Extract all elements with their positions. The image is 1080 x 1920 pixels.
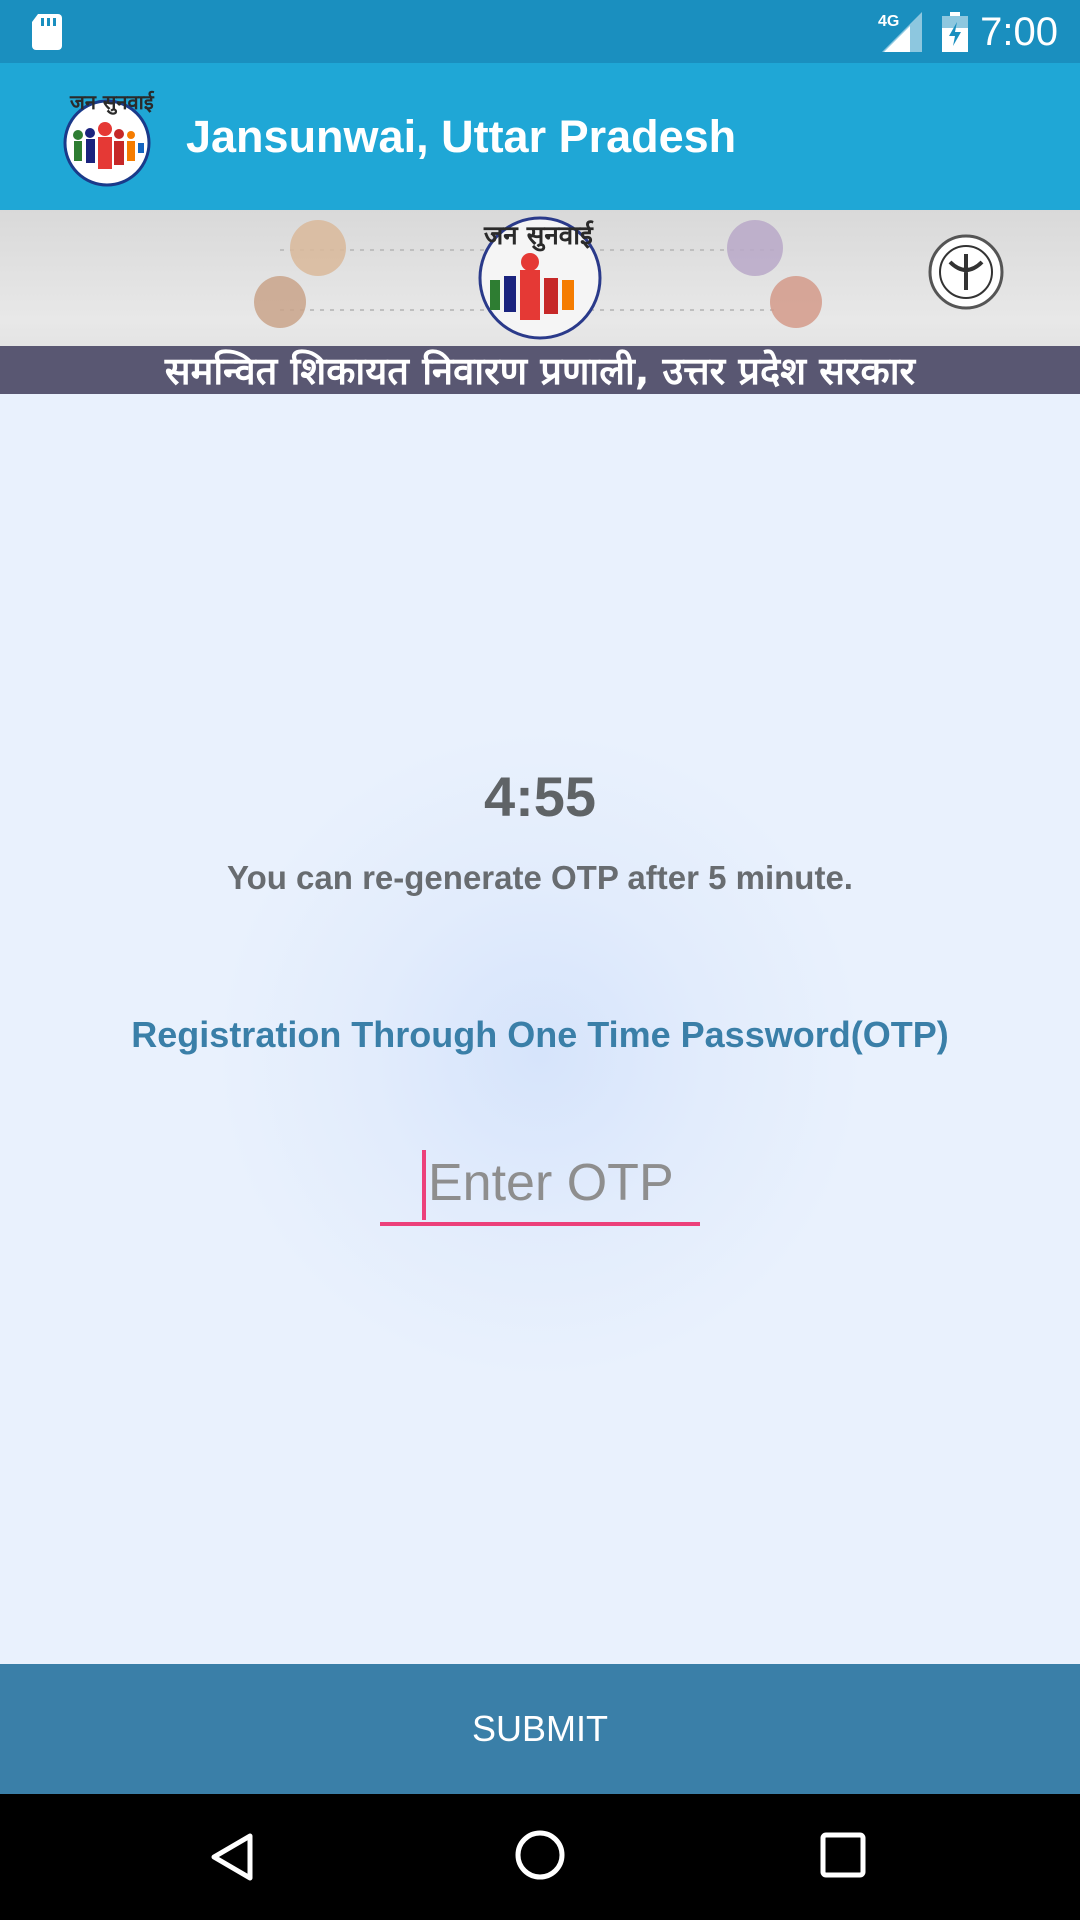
svg-text:जन सुनवाई: जन सुनवाई — [69, 90, 155, 115]
app-bar: जन सुनवाई Jansunwai, Uttar Pradesh — [0, 63, 1080, 210]
header-banner: जन सुनवाई समन्वित शिकायत निवारण प्रणाली,… — [0, 210, 1080, 394]
svg-text:जन सुनवाई: जन सुनवाई — [483, 220, 594, 252]
banner-tagline: समन्वित शिकायत निवारण प्रणाली, उत्तर प्र… — [0, 346, 1080, 394]
recents-icon[interactable] — [820, 1832, 866, 1883]
submit-button[interactable]: SUBMIT — [0, 1664, 1080, 1794]
jansunwai-logo-icon: जन सुनवाई — [52, 83, 162, 193]
banner-illustration: जन सुनवाई — [254, 216, 1004, 340]
svg-text:4G: 4G — [878, 13, 899, 30]
otp-heading: Registration Through One Time Password(O… — [131, 1014, 949, 1055]
status-bar: 4G 7:00 — [0, 0, 1080, 63]
back-icon[interactable] — [210, 1832, 254, 1887]
otp-input-placeholder: Enter OTP — [428, 1154, 674, 1212]
status-clock: 7:00 — [980, 10, 1058, 54]
otp-form: 4:55 You can re-generate OTP after 5 min… — [0, 394, 1080, 1664]
sd-card-icon — [32, 14, 64, 55]
battery-charging-icon — [942, 12, 968, 57]
otp-timer: 4:55 — [483, 765, 597, 828]
regenerate-otp-message: You can re-generate OTP after 5 minute. — [227, 859, 853, 896]
app-title: Jansunwai, Uttar Pradesh — [186, 110, 737, 162]
system-nav-bar — [0, 1794, 1080, 1920]
signal-4g-icon: 4G — [878, 12, 922, 57]
home-icon[interactable] — [513, 1828, 567, 1887]
otp-input[interactable]: Enter OTP — [380, 1142, 700, 1226]
